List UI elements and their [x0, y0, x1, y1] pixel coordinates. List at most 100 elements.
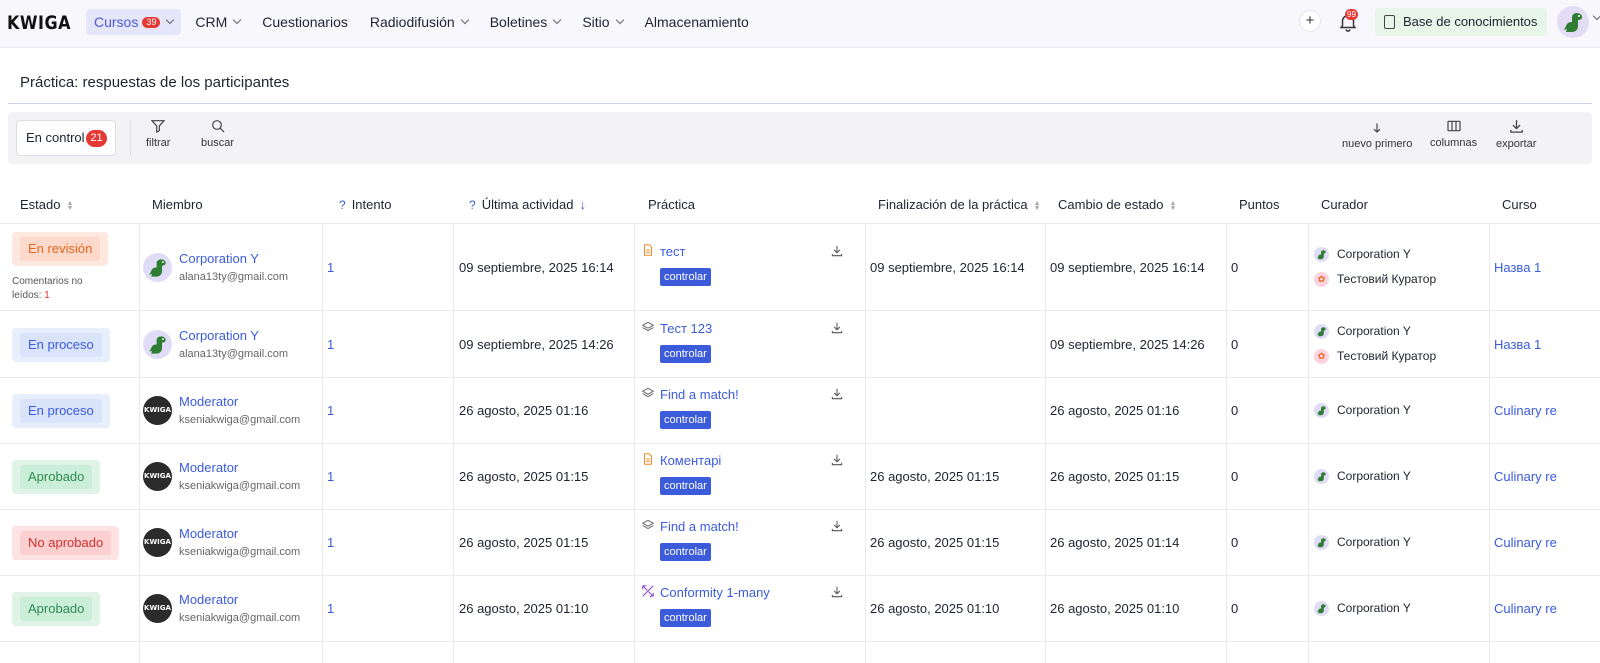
filter-chip-en-control[interactable]: En control 21 — [16, 120, 116, 156]
col-estado[interactable]: Estado ▲ ▼ — [20, 191, 73, 224]
curator: Corporation Y — [1314, 535, 1411, 551]
download-icon[interactable] — [830, 387, 844, 401]
practice-link[interactable]: Find a match! — [660, 519, 739, 534]
attempt-link[interactable]: 1 — [327, 535, 334, 550]
download-icon[interactable] — [830, 244, 844, 258]
curator-name: Corporation Y — [1337, 323, 1411, 338]
col-curso-label: Curso — [1502, 197, 1537, 212]
col-cambio-estado[interactable]: Cambio de estado ▲ ▼ — [1058, 191, 1176, 224]
chevron-down-icon[interactable] — [1592, 11, 1600, 21]
top-navigation: KWIGA Cursos 39 CRM Cuestionarios Radiodifus… — [0, 0, 1600, 48]
kwiga-logo[interactable]: KWIGA — [7, 12, 71, 34]
attempt-link[interactable]: 1 — [327, 260, 334, 275]
help-icon[interactable]: ? — [469, 198, 476, 212]
nav-item-crm[interactable]: CRM — [187, 9, 248, 35]
layers-icon — [641, 518, 655, 532]
col-miembro-label: Miembro — [152, 197, 203, 212]
nav-item-cursos[interactable]: Cursos 39 — [86, 9, 182, 35]
practice-link[interactable]: тест — [660, 244, 686, 259]
user-avatar[interactable] — [1557, 6, 1589, 38]
practice-link[interactable]: Коментарі — [660, 453, 721, 468]
arrow-down-icon — [1373, 123, 1381, 133]
course-link[interactable]: Culinary re — [1494, 535, 1557, 550]
search-button[interactable]: buscar — [201, 118, 234, 149]
nav-item-label: Radiodifusión — [369, 14, 455, 30]
nav-item-radiodifusión[interactable]: Radiodifusión — [362, 9, 476, 35]
member-avatar[interactable]: KWIGA — [143, 396, 172, 425]
course-link[interactable]: Culinary re — [1494, 469, 1557, 484]
member-avatar[interactable] — [143, 329, 172, 359]
nav-item-label: CRM — [195, 14, 228, 30]
member-name-link[interactable]: Corporation Y — [179, 251, 259, 266]
controlar-tag[interactable]: controlar — [660, 411, 711, 429]
filter-chip-count: 21 — [86, 130, 107, 147]
curator: ✿ Тестовий Куратор — [1314, 272, 1436, 287]
download-icon[interactable] — [830, 321, 844, 335]
controlar-tag[interactable]: controlar — [660, 477, 711, 495]
divider — [8, 103, 1592, 104]
layers-icon — [641, 320, 655, 334]
member-name-link[interactable]: Corporation Y — [179, 328, 259, 343]
filter-button[interactable]: filtrar — [146, 118, 170, 149]
nav-item-boletines[interactable]: Boletines — [482, 9, 569, 35]
member-name-link[interactable]: Moderator — [179, 460, 238, 475]
nav-item-cuestionarios[interactable]: Cuestionarios — [254, 9, 356, 35]
add-button[interactable]: + — [1300, 11, 1320, 31]
controlar-tag[interactable]: controlar — [660, 344, 711, 363]
controlar-tag[interactable]: controlar — [660, 609, 711, 627]
curator: Corporation Y — [1314, 324, 1411, 339]
last-activity: 09 septiembre, 2025 14:26 — [459, 336, 614, 352]
attempt-link[interactable]: 1 — [327, 601, 334, 616]
course-link[interactable]: Culinary re — [1494, 403, 1557, 418]
table-row: En revisión Comentarios no leídos: 1 Corpo… — [0, 224, 1600, 311]
chevron-down-icon — [233, 15, 242, 25]
member-email: kseniakwiga@gmail.com — [179, 546, 301, 558]
course-link[interactable]: Назва 1 — [1494, 260, 1541, 275]
download-icon[interactable] — [830, 519, 844, 533]
export-label: exportar — [1496, 138, 1537, 150]
col-ultima-actividad[interactable]: ? Última actividad ↓ — [469, 191, 586, 224]
status-change: 26 agosto, 2025 01:14 — [1050, 535, 1180, 550]
sort-newest-button[interactable]: nuevo primero — [1342, 121, 1412, 150]
member-email: kseniakwiga@gmail.com — [179, 414, 301, 426]
member-email: alana13ty@gmail.com — [179, 270, 288, 283]
attempt-link[interactable]: 1 — [327, 403, 334, 418]
member-email: kseniakwiga@gmail.com — [179, 612, 301, 624]
status-badge: En proceso — [12, 327, 110, 362]
export-button[interactable]: exportar — [1496, 118, 1536, 150]
status-change: 09 septiembre, 2025 14:26 — [1050, 336, 1205, 352]
attempt-link[interactable]: 1 — [327, 337, 334, 352]
member-avatar[interactable] — [143, 252, 172, 282]
curator: ✿ Тестовий Куратор — [1314, 349, 1436, 364]
points: 0 — [1231, 535, 1239, 550]
member-avatar[interactable]: KWIGA — [143, 594, 172, 623]
col-finalizacion[interactable]: Finalización de la práctica ▲ ▼ — [878, 191, 1041, 224]
nav-item-sitio[interactable]: Sitio — [574, 9, 630, 35]
member-name-link[interactable]: Moderator — [179, 394, 238, 409]
col-practica-label: Práctica — [648, 197, 695, 212]
course-link[interactable]: Culinary re — [1494, 601, 1557, 616]
member-name-link[interactable]: Moderator — [179, 526, 238, 541]
attempt-link[interactable]: 1 — [327, 469, 334, 484]
download-icon — [1509, 120, 1523, 133]
knowledge-base-button[interactable]: Base de conocimientos — [1375, 8, 1548, 36]
nav-item-almacenamiento[interactable]: Almacenamiento — [637, 9, 757, 35]
member-avatar[interactable]: KWIGA — [143, 528, 172, 557]
col-miembro: Miembro — [152, 191, 203, 224]
member-email: alana13ty@gmail.com — [179, 347, 288, 360]
download-icon[interactable] — [830, 585, 844, 599]
columns-icon — [1446, 120, 1461, 132]
practice-link[interactable]: Find a match! — [660, 387, 739, 402]
practice-link[interactable]: Тест 123 — [660, 321, 712, 336]
practice-link[interactable]: Conformity 1-many — [660, 585, 770, 600]
course-link[interactable]: Назва 1 — [1494, 337, 1541, 352]
member-avatar[interactable]: KWIGA — [143, 462, 172, 491]
table-header: Estado ▲ ▼ Miembro ? Intento ? Última activi… — [0, 191, 1600, 224]
controlar-tag[interactable]: controlar — [660, 543, 711, 561]
download-icon[interactable] — [830, 453, 844, 467]
help-icon[interactable]: ? — [339, 198, 346, 212]
controlar-tag[interactable]: controlar — [660, 267, 711, 286]
member-email: kseniakwiga@gmail.com — [179, 480, 301, 492]
columns-button[interactable]: columnas — [1430, 118, 1477, 149]
member-name-link[interactable]: Moderator — [179, 592, 238, 607]
